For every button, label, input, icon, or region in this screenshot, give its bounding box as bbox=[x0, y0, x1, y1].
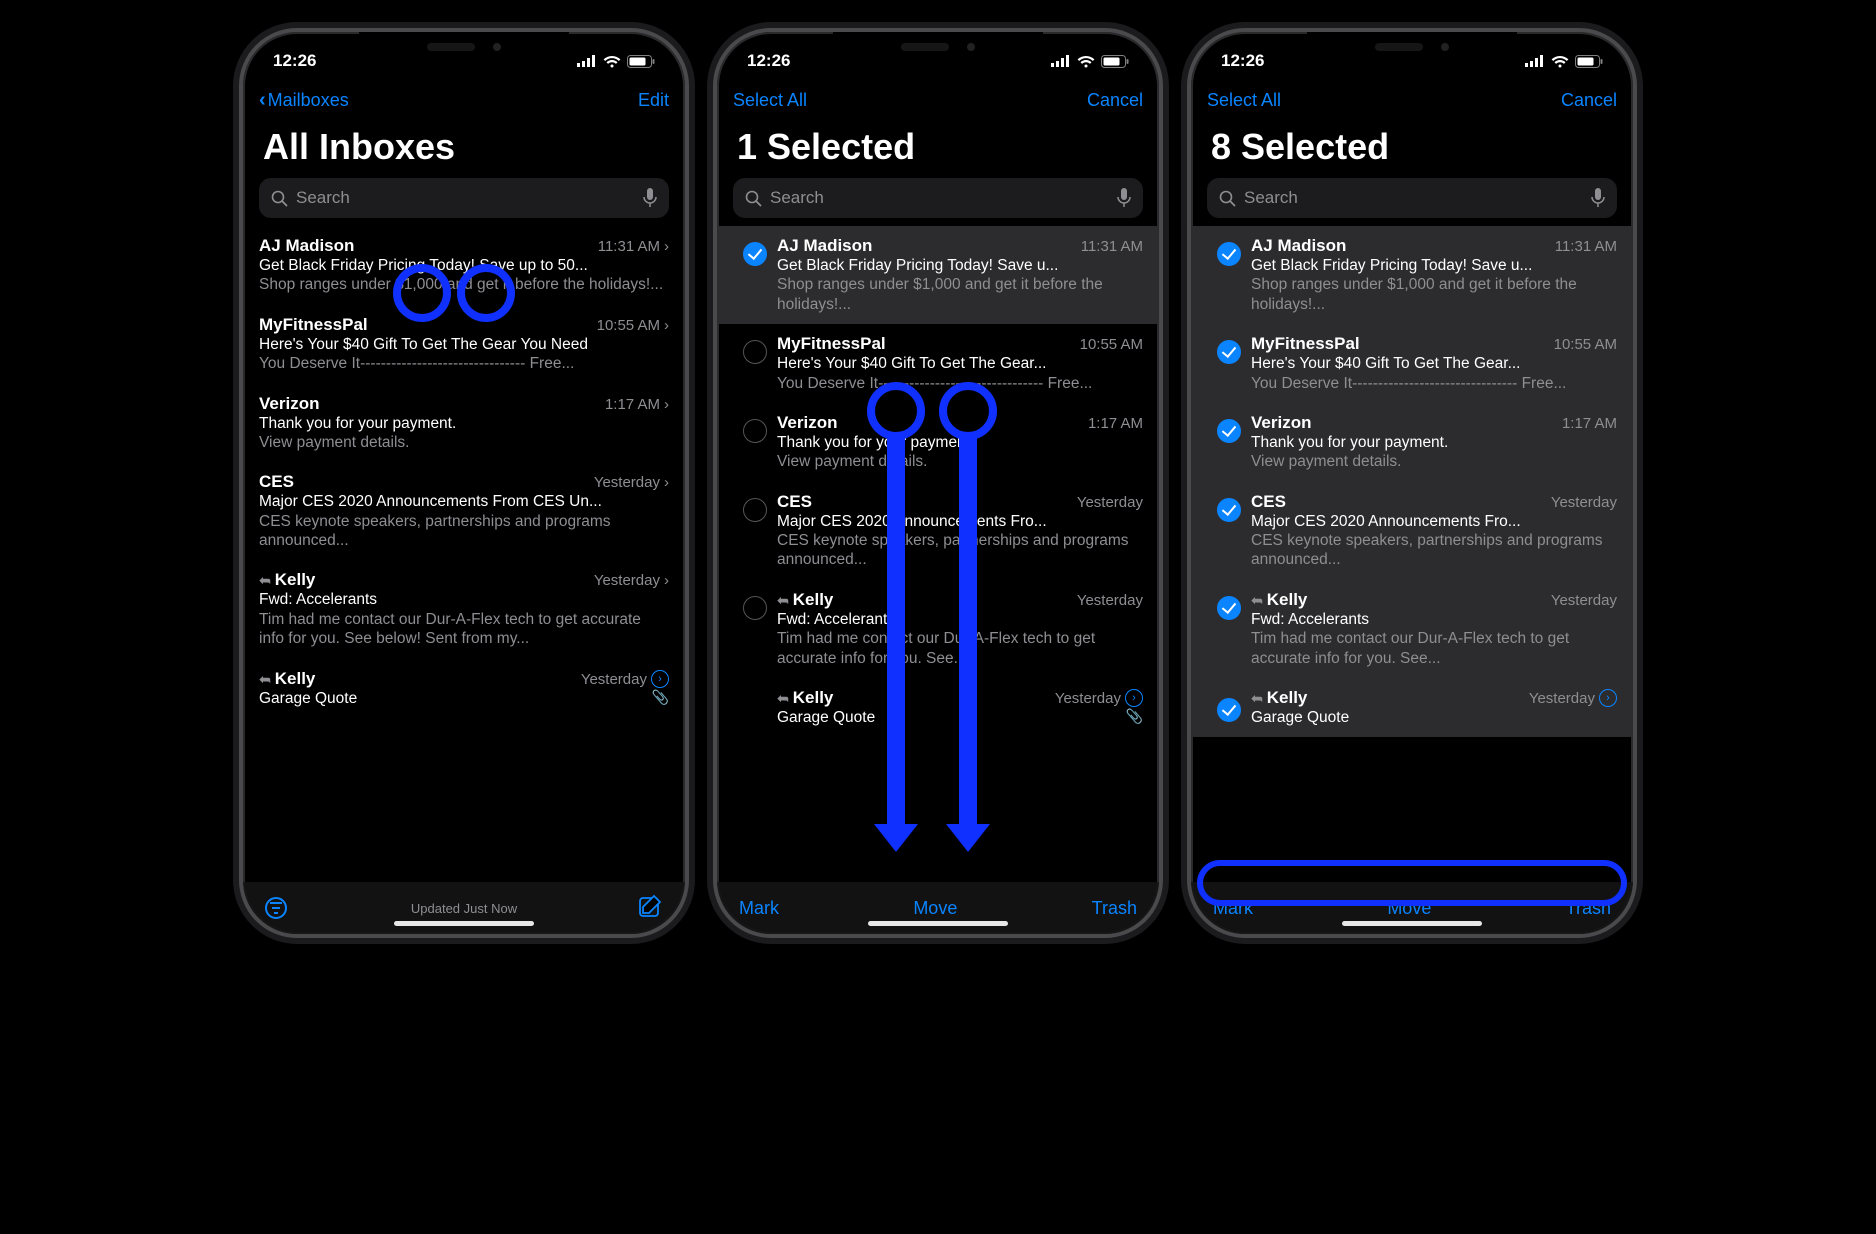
email-row[interactable]: CESYesterday Major CES 2020 Announcement… bbox=[1191, 482, 1633, 580]
trash-button[interactable]: Trash bbox=[1092, 898, 1137, 919]
reply-icon: ➦ bbox=[259, 572, 271, 589]
selection-checkbox[interactable] bbox=[1217, 419, 1241, 443]
search-icon bbox=[271, 190, 288, 207]
selection-checkbox[interactable] bbox=[743, 498, 767, 522]
wifi-icon bbox=[603, 55, 621, 68]
screenshot-1: 12:26 ‹ Mailboxes Edit All Inboxes AJ Ma… bbox=[239, 28, 689, 938]
cellular-icon bbox=[1051, 55, 1071, 67]
screenshot-3: 12:26 Select All Cancel 8 Selected AJ Ma… bbox=[1187, 28, 1637, 938]
search-icon bbox=[1219, 190, 1236, 207]
page-title: 8 Selected bbox=[1191, 122, 1633, 178]
search-input[interactable] bbox=[296, 188, 635, 208]
chevron-left-icon: ‹ bbox=[259, 89, 266, 112]
selection-checkbox[interactable] bbox=[1217, 340, 1241, 364]
email-row[interactable]: Verizon1:17 AM Thank you for your paymen… bbox=[717, 403, 1159, 482]
mark-button[interactable]: Mark bbox=[739, 898, 779, 919]
select-all-button[interactable]: Select All bbox=[733, 90, 807, 111]
selection-checkbox[interactable] bbox=[1217, 698, 1241, 722]
email-row[interactable]: ➦KellyYesterday› Fwd: Accelerants Tim ha… bbox=[243, 560, 685, 658]
email-row[interactable]: AJ Madison11:31 AM Get Black Friday Pric… bbox=[717, 226, 1159, 324]
email-row[interactable]: ➦KellyYesterday Fwd: Accelerants Tim had… bbox=[1191, 580, 1633, 678]
email-row[interactable]: ➦KellyYesterday› Garage Quote bbox=[1191, 678, 1633, 737]
screenshot-2: 12:26 Select All Cancel 1 Selected AJ Ma… bbox=[713, 28, 1163, 938]
reply-icon: ➦ bbox=[259, 671, 271, 688]
move-button[interactable]: Move bbox=[913, 898, 957, 919]
cellular-icon bbox=[577, 55, 597, 67]
email-row[interactable]: AJ Madison11:31 AM› Get Black Friday Pri… bbox=[243, 226, 685, 305]
bottom-toolbar: Mark Move Trash bbox=[717, 882, 1159, 934]
preview: Shop ranges under $1,000 and get it befo… bbox=[259, 275, 669, 294]
email-row[interactable]: ➦KellyYesterday Fwd: Accelerants Tim had… bbox=[717, 580, 1159, 678]
cellular-icon bbox=[1525, 55, 1545, 67]
filter-button[interactable] bbox=[265, 897, 287, 919]
selection-checkbox[interactable] bbox=[743, 596, 767, 620]
page-title: 1 Selected bbox=[717, 122, 1159, 178]
home-indicator[interactable] bbox=[868, 921, 1008, 926]
subject: Get Black Friday Pricing Today! Save up … bbox=[259, 256, 669, 275]
search-field[interactable] bbox=[1207, 178, 1617, 218]
email-row[interactable]: ➦KellyYesterday› Garage Quote 📎 bbox=[243, 659, 685, 718]
email-row[interactable]: MyFitnessPal10:55 AM Here's Your $40 Gif… bbox=[1191, 324, 1633, 403]
selection-checkbox[interactable] bbox=[743, 340, 767, 364]
email-row[interactable]: CESYesterday Major CES 2020 Announcement… bbox=[717, 482, 1159, 580]
trash-button[interactable]: Trash bbox=[1566, 898, 1611, 919]
back-button[interactable]: ‹ Mailboxes bbox=[259, 89, 349, 112]
move-button[interactable]: Move bbox=[1387, 898, 1431, 919]
email-row[interactable]: Verizon1:17 AM Thank you for your paymen… bbox=[1191, 403, 1633, 482]
selection-checkbox[interactable] bbox=[1217, 242, 1241, 266]
wifi-icon bbox=[1551, 55, 1569, 68]
selection-checkbox[interactable] bbox=[1217, 596, 1241, 620]
search-icon bbox=[745, 190, 762, 207]
bottom-toolbar: Mark Move Trash bbox=[1191, 882, 1633, 934]
email-row[interactable]: CESYesterday› Major CES 2020 Announcemen… bbox=[243, 462, 685, 560]
mic-icon[interactable] bbox=[1117, 188, 1131, 208]
selection-checkbox[interactable] bbox=[743, 419, 767, 443]
selection-checkbox[interactable] bbox=[1217, 498, 1241, 522]
mic-icon[interactable] bbox=[1591, 188, 1605, 208]
attachment-icon: 📎 bbox=[652, 689, 669, 707]
mark-button[interactable]: Mark bbox=[1213, 898, 1253, 919]
edit-button[interactable]: Edit bbox=[638, 90, 669, 111]
mic-icon[interactable] bbox=[643, 188, 657, 208]
cancel-button[interactable]: Cancel bbox=[1561, 90, 1617, 111]
search-field[interactable] bbox=[259, 178, 669, 218]
page-title: All Inboxes bbox=[243, 122, 685, 178]
email-row[interactable]: ➦KellyYesterday› Garage Quote📎 bbox=[717, 678, 1159, 737]
email-row[interactable]: AJ Madison11:31 AM Get Black Friday Pric… bbox=[1191, 226, 1633, 324]
search-field[interactable] bbox=[733, 178, 1143, 218]
cancel-button[interactable]: Cancel bbox=[1087, 90, 1143, 111]
sender: AJ Madison bbox=[259, 236, 354, 256]
select-all-button[interactable]: Select All bbox=[1207, 90, 1281, 111]
email-row[interactable]: MyFitnessPal10:55 AM Here's Your $40 Gif… bbox=[717, 324, 1159, 403]
email-row[interactable]: Verizon1:17 AM› Thank you for your payme… bbox=[243, 384, 685, 463]
battery-icon bbox=[1101, 55, 1129, 68]
status-time: 12:26 bbox=[273, 51, 316, 71]
battery-icon bbox=[627, 55, 655, 68]
email-row[interactable]: MyFitnessPal10:55 AM› Here's Your $40 Gi… bbox=[243, 305, 685, 384]
battery-icon bbox=[1575, 55, 1603, 68]
compose-button[interactable] bbox=[637, 893, 663, 924]
thread-icon: › bbox=[651, 670, 669, 688]
bottom-toolbar: Updated Just Now bbox=[243, 882, 685, 934]
home-indicator[interactable] bbox=[394, 921, 534, 926]
selection-checkbox[interactable] bbox=[743, 242, 767, 266]
home-indicator[interactable] bbox=[1342, 921, 1482, 926]
status-text: Updated Just Now bbox=[243, 901, 685, 916]
wifi-icon bbox=[1077, 55, 1095, 68]
chevron-right-icon: › bbox=[664, 238, 669, 255]
